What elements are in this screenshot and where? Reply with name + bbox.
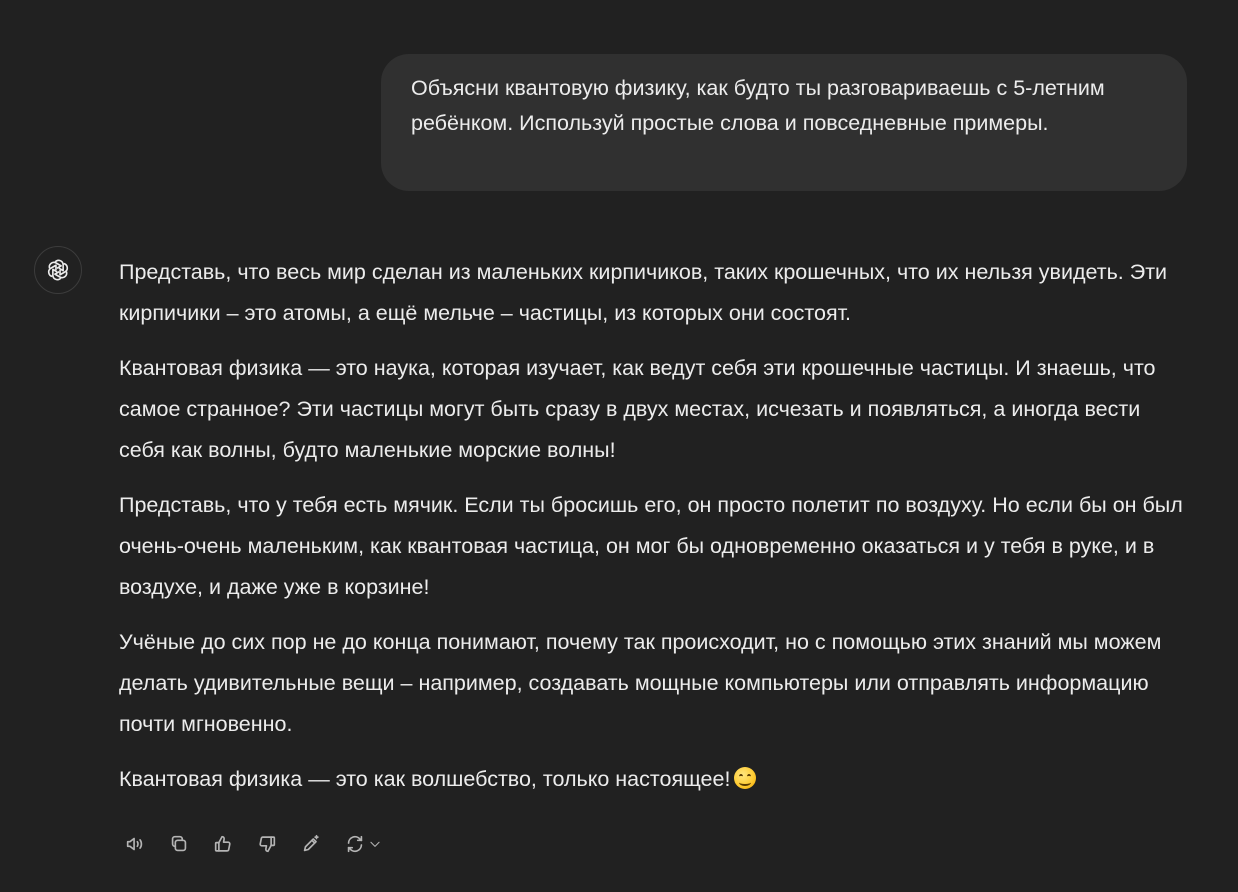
edit-canvas-icon: [303, 834, 319, 852]
regenerate-icon: [347, 835, 363, 853]
user-message-bubble: Объясни квантовую физику, как будто ты р…: [381, 54, 1187, 191]
thumbs-down-icon: [259, 836, 276, 853]
read-aloud-button[interactable]: [117, 826, 153, 862]
answer-paragraph: Представь, что у тебя есть мячик. Если т…: [119, 493, 1183, 599]
answer-paragraph: Представь, что весь мир сделан из малень…: [119, 260, 1168, 325]
message-actions-toolbar: [117, 826, 397, 862]
chevron-down-icon: [370, 841, 380, 847]
copy-icon: [171, 835, 187, 852]
assistant-avatar: [34, 246, 82, 294]
answer-paragraph-text: Квантовая физика — это как волшебство, т…: [119, 767, 731, 791]
assistant-message: Представь, что весь мир сделан из малень…: [119, 252, 1189, 814]
edit-in-canvas-button[interactable]: [293, 826, 329, 862]
copy-button[interactable]: [161, 826, 197, 862]
openai-logo-icon: [47, 259, 69, 281]
bad-response-button[interactable]: [249, 826, 285, 862]
answer-paragraph: Квантовая физика — это наука, которая из…: [119, 356, 1156, 462]
user-message-text: Объясни квантовую физику, как будто ты р…: [411, 76, 1105, 135]
smiling-face-emoji: [734, 767, 757, 789]
answer-paragraph: Учёные до сих пор не до конца понимают, …: [119, 630, 1162, 736]
thumbs-up-icon: [214, 835, 231, 852]
regenerate-button[interactable]: [337, 826, 389, 862]
speaker-icon: [126, 837, 143, 851]
answer-paragraph-last: Квантовая физика — это как волшебство, т…: [119, 759, 1189, 800]
good-response-button[interactable]: [205, 826, 241, 862]
